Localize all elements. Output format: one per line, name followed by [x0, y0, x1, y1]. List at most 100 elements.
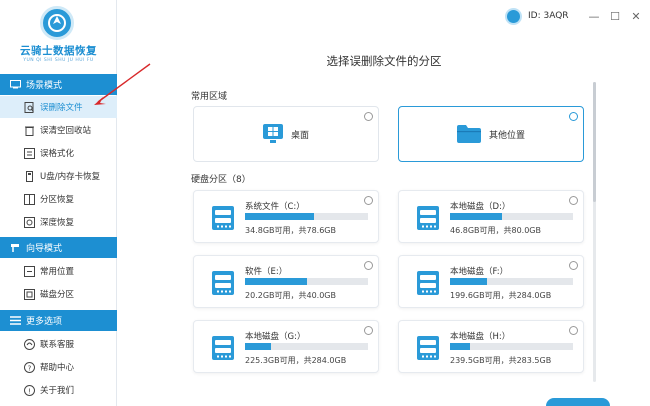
- disk-usage-bar: [450, 278, 573, 285]
- disk-usage-text: 239.5GB可用，共283.5GB: [450, 356, 552, 365]
- disk-partitions-label: 硬盘分区（8）: [191, 175, 251, 185]
- sidebar-item-contact-support[interactable]: 联系客服: [0, 333, 117, 355]
- disk-icon: [24, 288, 35, 300]
- sidebar-item-partition[interactable]: 分区恢复: [0, 188, 117, 210]
- sidebar-item-common-locations[interactable]: 常用位置: [0, 260, 117, 282]
- format-icon: [24, 147, 35, 159]
- disk-usage-bar: [450, 213, 573, 220]
- hard-drive-icon: [416, 335, 440, 361]
- sidebar-item-label: 深度恢复: [40, 218, 75, 228]
- disk-usage-bar: [245, 213, 368, 220]
- recycle-bin-icon: [25, 126, 34, 136]
- folder-icon: [456, 125, 481, 143]
- sidebar-item-help-center[interactable]: ? 帮助中心: [0, 356, 117, 378]
- deep-scan-icon: [24, 216, 35, 228]
- hard-drive-icon: [211, 270, 235, 296]
- disk-usage-fill: [245, 278, 307, 285]
- disk-name: 系统文件（C:）: [245, 202, 305, 212]
- signpost-icon: [11, 244, 19, 252]
- hard-drive-icon: [211, 335, 235, 361]
- radio-button[interactable]: [364, 196, 373, 205]
- disk-name: 本地磁盘（G:）: [245, 332, 306, 342]
- sidebar-item-label: 磁盘分区: [40, 290, 75, 300]
- disk-usage-text: 225.3GB可用，共284.0GB: [245, 356, 347, 365]
- disk-usage-fill: [245, 343, 271, 350]
- radio-button[interactable]: [569, 261, 578, 270]
- headset-icon: [24, 338, 35, 350]
- scrollbar-thumb[interactable]: [593, 82, 596, 202]
- logo-icon: [40, 6, 74, 40]
- disk-card[interactable]: 软件（E:） 20.2GB可用，共40.0GB: [193, 255, 379, 308]
- svg-text:!: !: [28, 387, 31, 395]
- scrollbar[interactable]: [593, 82, 596, 382]
- file-search-icon: [24, 101, 34, 113]
- next-button[interactable]: [546, 398, 610, 406]
- sidebar-item-label: U盘/内存卡恢复: [40, 172, 101, 182]
- sidebar-item-label: 误删除文件: [40, 103, 83, 113]
- radio-button[interactable]: [364, 112, 373, 121]
- disk-name: 本地磁盘（H:）: [450, 332, 511, 342]
- menu-icon: [10, 316, 21, 325]
- section-header-wizard-mode: 向导模式: [0, 237, 117, 258]
- location-card-label: 其他位置: [488, 130, 525, 141]
- disk-name: 本地磁盘（D:）: [450, 202, 511, 212]
- disk-usage-text: 20.2GB可用，共40.0GB: [245, 291, 336, 300]
- section-title: 向导模式: [26, 244, 63, 254]
- title-bar: ID: 3AQR — ☐ ✕: [118, 0, 650, 34]
- location-card-desktop[interactable]: 桌面: [193, 106, 379, 162]
- disk-card[interactable]: 本地磁盘（D:） 46.8GB可用，共80.0GB: [398, 190, 584, 243]
- app-name: 云骑士数据恢复: [20, 45, 97, 57]
- disk-usage-fill: [245, 213, 314, 220]
- sidebar-item-disk-partition[interactable]: 磁盘分区: [0, 283, 117, 305]
- sidebar-item-label: 常用位置: [40, 267, 75, 277]
- minimize-button[interactable]: —: [587, 9, 601, 23]
- sidebar-item-recycle-bin[interactable]: 误清空回收站: [0, 119, 117, 141]
- disk-card[interactable]: 系统文件（C:） 34.8GB可用，共78.6GB: [193, 190, 379, 243]
- disk-card[interactable]: 本地磁盘（H:） 239.5GB可用，共283.5GB: [398, 320, 584, 373]
- disk-card[interactable]: 本地磁盘（F:） 199.6GB可用，共284.0GB: [398, 255, 584, 308]
- disk-usage-text: 46.8GB可用，共80.0GB: [450, 226, 541, 235]
- disk-usage-fill: [450, 343, 470, 350]
- disk-name: 软件（E:）: [245, 267, 288, 277]
- disk-usage-bar: [245, 343, 368, 350]
- disk-card[interactable]: 本地磁盘（G:） 225.3GB可用，共284.0GB: [193, 320, 379, 373]
- radio-button[interactable]: [569, 196, 578, 205]
- hard-drive-icon: [416, 205, 440, 231]
- sidebar-item-label: 误格式化: [40, 149, 75, 159]
- maximize-button[interactable]: ☐: [608, 9, 622, 23]
- section-title: 更多选项: [26, 317, 63, 327]
- section-header-more-options: 更多选项: [0, 310, 117, 331]
- radio-button[interactable]: [569, 326, 578, 335]
- disk-usage-fill: [450, 213, 502, 220]
- sidebar-item-deep-recovery[interactable]: 深度恢复: [0, 211, 117, 233]
- disk-name: 本地磁盘（F:）: [450, 267, 509, 277]
- hard-drive-icon: [211, 205, 235, 231]
- radio-button[interactable]: [364, 261, 373, 270]
- usb-icon: [26, 170, 33, 182]
- user-id: ID: 3AQR: [528, 11, 569, 21]
- sidebar-item-label: 联系客服: [40, 340, 75, 350]
- location-card-label: 桌面: [290, 130, 309, 141]
- disk-usage-bar: [245, 278, 368, 285]
- user-avatar[interactable]: [505, 8, 522, 25]
- location-icon: [24, 265, 35, 277]
- disk-usage-bar: [450, 343, 573, 350]
- sidebar-item-format[interactable]: 误格式化: [0, 142, 117, 164]
- location-card-other[interactable]: 其他位置: [398, 106, 584, 162]
- sidebar-item-usb[interactable]: U盘/内存卡恢复: [0, 165, 117, 187]
- partition-icon: [24, 193, 35, 205]
- sidebar-item-about-us[interactable]: ! 关于我们: [0, 379, 117, 401]
- close-button[interactable]: ✕: [629, 9, 643, 23]
- help-icon: ?: [24, 361, 35, 373]
- sidebar-item-label: 误清空回收站: [40, 126, 92, 136]
- hard-drive-icon: [416, 270, 440, 296]
- sidebar-item-label: 关于我们: [40, 386, 75, 396]
- radio-button[interactable]: [364, 326, 373, 335]
- page-title: 选择误删除文件的分区: [326, 54, 442, 68]
- disk-usage-text: 34.8GB可用，共78.6GB: [245, 226, 336, 235]
- common-areas-label: 常用区域: [191, 92, 228, 102]
- monitor-icon: [10, 80, 21, 89]
- disk-usage-fill: [450, 278, 487, 285]
- svg-text:?: ?: [28, 364, 32, 372]
- radio-button[interactable]: [569, 112, 578, 121]
